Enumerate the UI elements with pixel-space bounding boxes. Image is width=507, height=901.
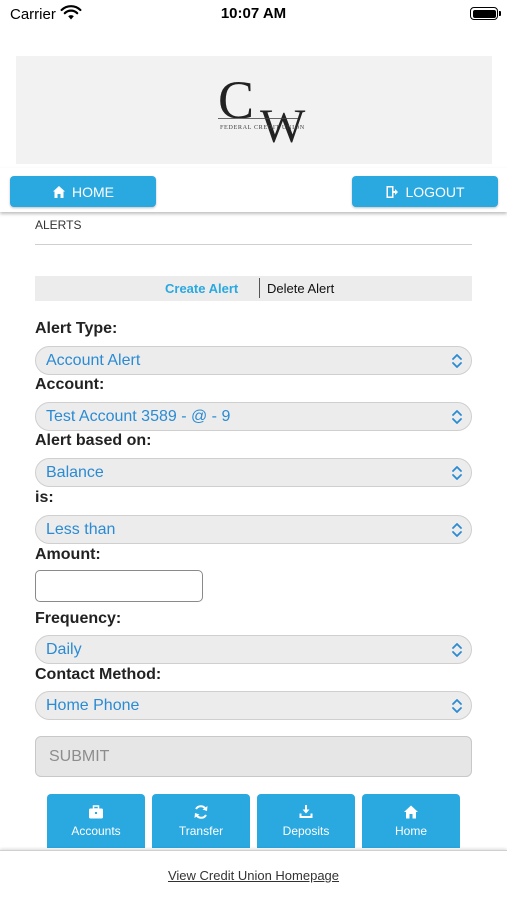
bottom-nav-label: Deposits: [282, 824, 330, 838]
contact-method-label: Contact Method:: [35, 666, 162, 683]
briefcase-icon: [89, 805, 103, 819]
frequency-value: Daily: [46, 641, 82, 658]
comparison-select[interactable]: Less than: [35, 515, 472, 544]
tab-delete-alert[interactable]: Delete Alert: [267, 281, 334, 296]
homepage-link[interactable]: View Credit Union Homepage: [0, 868, 507, 883]
home-button[interactable]: HOME: [10, 176, 156, 207]
page-title: ALERTS: [35, 218, 82, 232]
chevron-updown-icon: [452, 699, 462, 713]
frequency-label: Frequency:: [35, 610, 122, 627]
based-on-value: Balance: [46, 464, 104, 481]
account-label: Account:: [35, 376, 105, 393]
logout-button[interactable]: LOGOUT: [352, 176, 498, 207]
bottom-nav-deposits[interactable]: Deposits: [257, 794, 355, 848]
chevron-updown-icon: [452, 410, 462, 424]
submit-button-label: SUBMIT: [49, 748, 110, 765]
chevron-updown-icon: [452, 523, 462, 537]
based-on-select[interactable]: Balance: [35, 458, 472, 487]
contact-method-value: Home Phone: [46, 697, 140, 714]
credit-union-logo: C W FEDERAL CREDIT UNION: [218, 70, 306, 150]
battery-icon: [470, 7, 501, 20]
alert-type-label: Alert Type:: [35, 320, 118, 337]
svg-text:FEDERAL CREDIT UNION: FEDERAL CREDIT UNION: [220, 124, 305, 131]
top-nav: HOME LOGOUT: [0, 168, 507, 212]
bottom-nav-label: Home: [394, 824, 427, 838]
home-button-label: HOME: [72, 183, 114, 200]
contact-method-select[interactable]: Home Phone: [35, 691, 472, 720]
is-label: is:: [35, 489, 54, 506]
bottom-nav-accounts[interactable]: Accounts: [47, 794, 145, 848]
footer: View Credit Union Homepage: [0, 850, 507, 901]
home-icon: [53, 185, 65, 198]
amount-field[interactable]: [35, 570, 203, 602]
refresh-icon: [194, 805, 208, 819]
account-select[interactable]: Test Account 3589 - @ - 9: [35, 402, 472, 431]
alert-type-value: Account Alert: [46, 352, 141, 369]
bottom-nav-label: Accounts: [71, 824, 121, 838]
frequency-select[interactable]: Daily: [35, 635, 472, 664]
amount-label: Amount:: [35, 546, 101, 563]
logout-icon: [386, 185, 399, 198]
chevron-updown-icon: [452, 643, 462, 657]
bottom-nav-transfer[interactable]: Transfer: [152, 794, 250, 848]
home-icon: [404, 805, 418, 819]
clock: 10:07 AM: [220, 5, 287, 22]
account-value: Test Account 3589 - @ - 9: [46, 408, 231, 425]
tab-separator: [259, 278, 260, 298]
divider: [35, 244, 472, 245]
logo-header: C W FEDERAL CREDIT UNION: [16, 56, 492, 164]
status-bar: Carrier 10:07 AM: [0, 0, 507, 30]
bottom-nav-home[interactable]: Home: [362, 794, 460, 848]
alert-type-select[interactable]: Account Alert: [35, 346, 472, 375]
bottom-nav-label: Transfer: [178, 824, 224, 838]
tab-create-alert[interactable]: Create Alert: [165, 281, 238, 296]
submit-button[interactable]: SUBMIT: [35, 736, 472, 777]
svg-text:C: C: [218, 70, 254, 130]
alert-tabs: Create Alert Delete Alert: [35, 276, 472, 301]
based-on-label: Alert based on:: [35, 432, 152, 449]
comparison-value: Less than: [46, 521, 116, 538]
chevron-updown-icon: [452, 466, 462, 480]
logout-button-label: LOGOUT: [405, 183, 465, 200]
chevron-updown-icon: [452, 354, 462, 368]
deposit-icon: [299, 805, 313, 818]
